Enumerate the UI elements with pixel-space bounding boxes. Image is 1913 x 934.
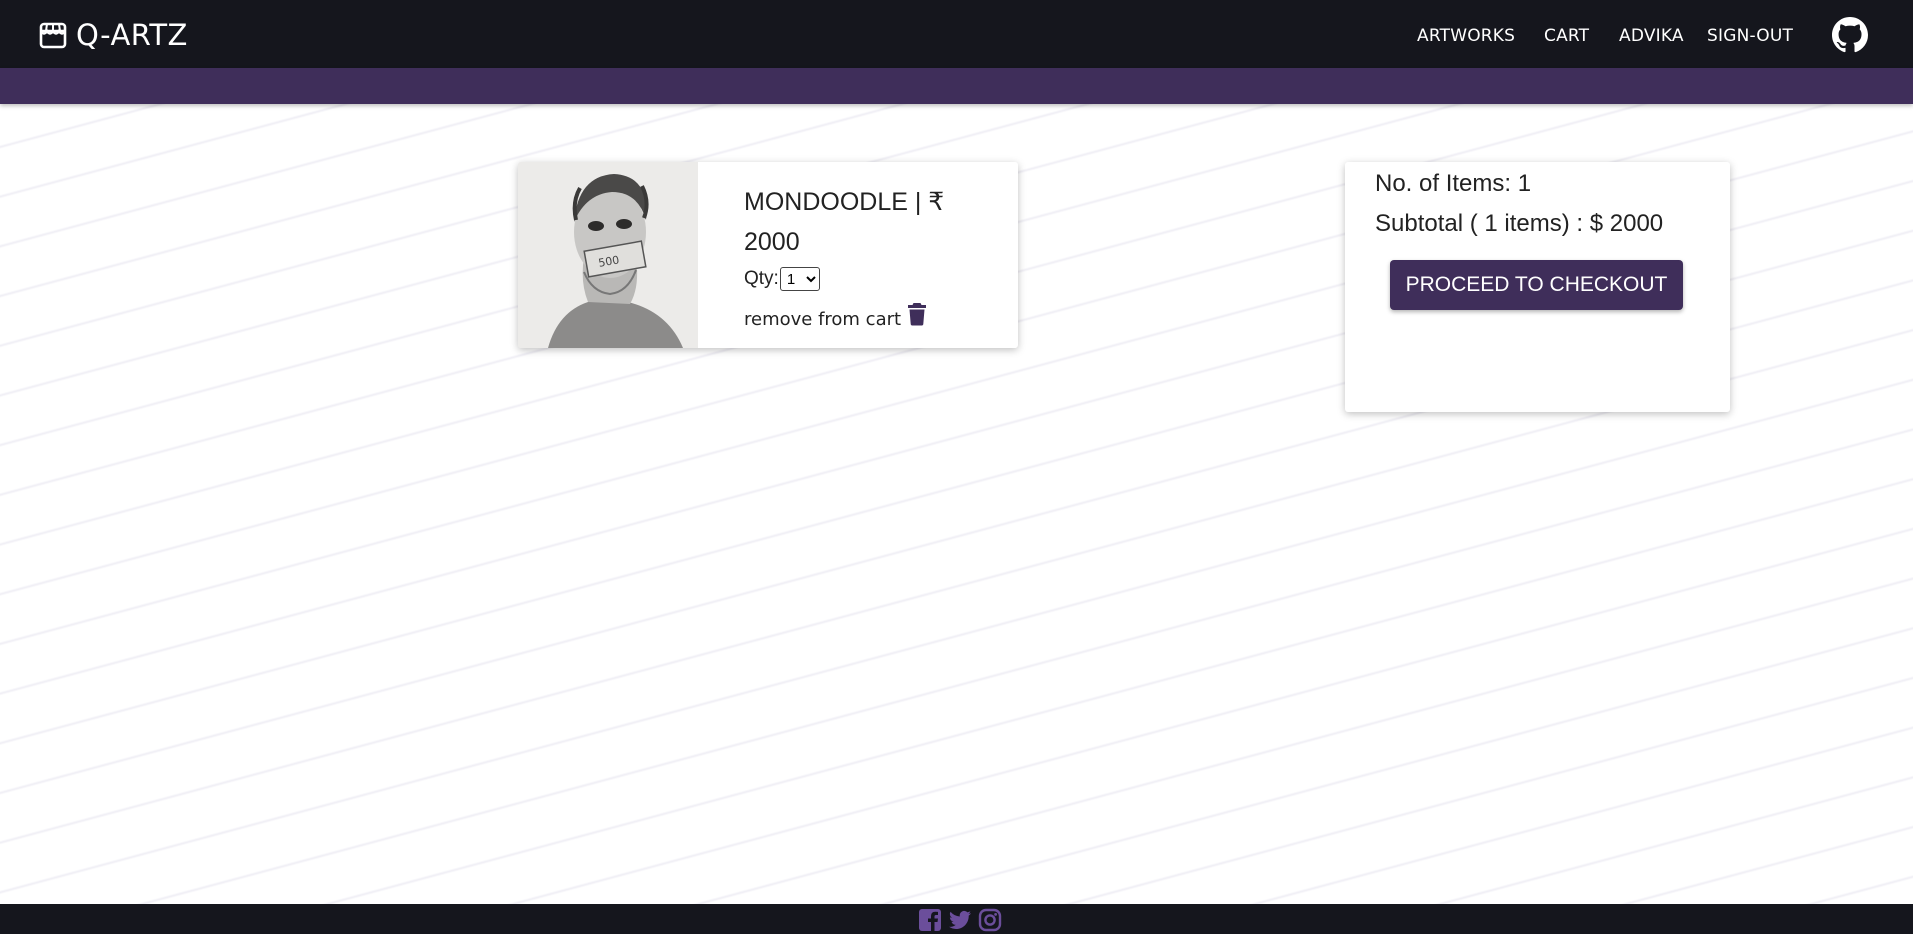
qty-label: Qty:: [744, 268, 779, 289]
brand-name: Q-ARTZ: [76, 18, 188, 52]
brand-link[interactable]: Q-ARTZ: [38, 18, 188, 52]
item-title-price: MONDOODLE | ₹ 2000: [744, 188, 945, 256]
storefront-icon: [39, 22, 67, 49]
nav-link-artworks[interactable]: ARTWORKS: [1417, 26, 1515, 46]
remove-from-cart-button[interactable]: remove from cart: [744, 302, 927, 330]
artwork-thumbnail: 500: [518, 162, 698, 348]
items-count: No. of Items: 1: [1375, 170, 1532, 197]
nav-link-cart[interactable]: CART: [1544, 26, 1589, 46]
subtotal: Subtotal ( 1 items) : $ 2000: [1375, 210, 1664, 237]
facebook-icon[interactable]: [918, 908, 942, 932]
quantity-select[interactable]: 1: [779, 267, 820, 291]
footer: [0, 904, 1913, 934]
nav-link-sign-out[interactable]: SIGN-OUT: [1707, 26, 1793, 46]
twitter-icon[interactable]: [947, 908, 973, 932]
navbar: Q-ARTZ ARTWORKS CART ADVIKA SIGN-OUT: [0, 0, 1913, 68]
trash-icon[interactable]: [907, 302, 927, 326]
nav-link-user[interactable]: ADVIKA: [1619, 26, 1684, 46]
accent-bar: [0, 68, 1913, 104]
github-icon[interactable]: [1832, 17, 1868, 53]
quantity-row: Qty: 1: [744, 267, 820, 291]
instagram-icon[interactable]: [978, 908, 1002, 932]
remove-label: remove from cart: [744, 309, 902, 330]
cart-item-card: 500 MONDOODLE | ₹ 2000 Qty: 1 remove fro…: [518, 162, 1018, 348]
order-summary-card: No. of Items: 1 Subtotal ( 1 items) : $ …: [1345, 162, 1730, 412]
proceed-to-checkout-button[interactable]: PROCEED TO CHECKOUT: [1390, 260, 1683, 310]
